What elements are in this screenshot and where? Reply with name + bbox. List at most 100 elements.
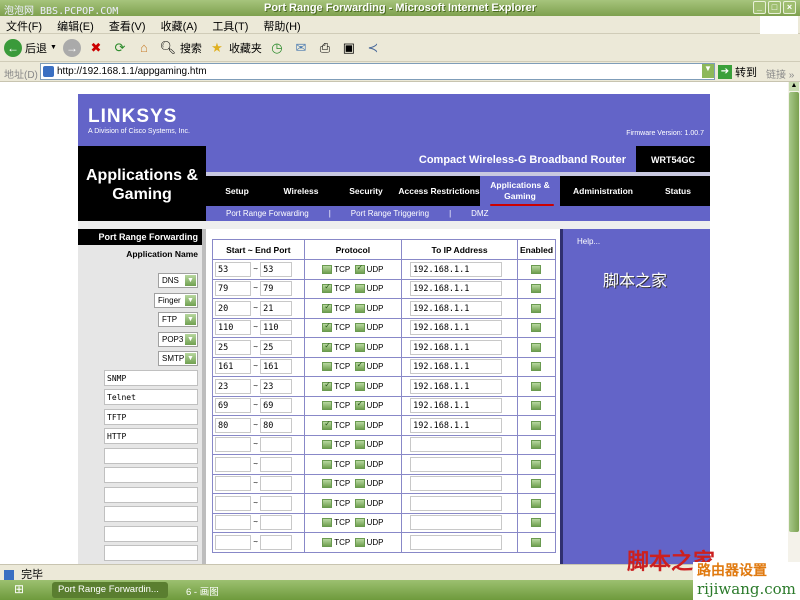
help-link[interactable]: Help... (577, 237, 600, 246)
end-port-input[interactable] (260, 456, 293, 472)
end-port-input[interactable]: 21 (260, 300, 293, 316)
maximize-button[interactable]: □ (768, 1, 781, 14)
app-name-input[interactable] (104, 467, 198, 483)
ip-address-input[interactable]: 192.168.1.1 (410, 300, 503, 316)
tcp-checkbox[interactable] (322, 440, 333, 450)
menu-file[interactable]: 文件(F) (0, 16, 48, 36)
app-name-input[interactable]: Telnet (104, 389, 198, 405)
start-port-input[interactable]: 79 (215, 281, 251, 297)
end-port-input[interactable]: 23 (260, 378, 293, 394)
end-port-input[interactable]: 53 (260, 261, 293, 277)
app-name-input[interactable] (104, 506, 198, 522)
tcp-checkbox[interactable] (322, 518, 333, 528)
end-port-input[interactable]: 25 (260, 339, 293, 355)
app-name-input[interactable]: SNMP (104, 369, 198, 386)
scrollbar-thumb[interactable] (789, 92, 799, 532)
enabled-checkbox[interactable] (530, 381, 541, 391)
ip-address-input[interactable]: 192.168.1.1 (410, 378, 503, 394)
udp-checkbox[interactable] (354, 263, 365, 274)
enabled-checkbox[interactable] (530, 518, 541, 528)
start-port-input[interactable] (215, 495, 251, 511)
enabled-checkbox[interactable] (530, 479, 541, 489)
url-input[interactable]: http://192.168.1.1/appgaming.htm (40, 63, 715, 80)
app-name-input[interactable]: HTTP (104, 428, 198, 444)
end-port-input[interactable]: 110 (260, 320, 293, 336)
end-port-input[interactable] (260, 476, 293, 492)
start-port-input[interactable] (215, 476, 251, 492)
end-port-input[interactable] (260, 437, 293, 453)
links-button[interactable]: 链接 » (766, 66, 794, 81)
home-button[interactable]: ⌂ (135, 39, 153, 57)
tcp-checkbox[interactable] (322, 321, 333, 333)
udp-checkbox[interactable] (354, 498, 365, 508)
messenger-icon[interactable]: ≺ (364, 39, 382, 57)
menu-tools[interactable]: 工具(T) (206, 16, 254, 36)
enabled-checkbox[interactable] (530, 342, 541, 352)
subnav-dmz[interactable]: DMZ (461, 209, 498, 218)
end-port-input[interactable] (260, 495, 293, 511)
app-name-input[interactable]: TFTP (104, 408, 198, 425)
go-button[interactable]: ➔ 转到 (718, 64, 757, 80)
tcp-checkbox[interactable] (322, 302, 333, 313)
enabled-checkbox[interactable] (530, 459, 541, 469)
ip-address-input[interactable]: 192.168.1.1 (410, 417, 503, 433)
menu-edit[interactable]: 编辑(E) (51, 16, 100, 36)
ip-address-input[interactable]: 192.168.1.1 (410, 320, 503, 336)
subnav-port-range-forwarding[interactable]: Port Range Forwarding (206, 209, 319, 218)
url-dropdown-button[interactable]: ▼ (702, 64, 714, 78)
ip-address-input[interactable]: 192.168.1.1 (410, 339, 503, 355)
ip-address-input[interactable]: 192.168.1.1 (410, 398, 503, 414)
tcp-checkbox[interactable] (322, 401, 333, 411)
udp-checkbox[interactable] (354, 420, 365, 430)
vertical-scrollbar[interactable]: ▲ (788, 82, 800, 564)
favorites-button[interactable]: ★ 收藏夹 (208, 39, 262, 57)
enabled-checkbox[interactable] (530, 420, 541, 430)
udp-checkbox[interactable] (354, 479, 365, 489)
enabled-checkbox[interactable] (530, 498, 541, 508)
start-port-input[interactable]: 25 (215, 339, 251, 355)
tcp-checkbox[interactable] (322, 479, 333, 489)
taskbar-ie[interactable]: Port Range Forwardin... (52, 582, 168, 598)
start-port-input[interactable] (215, 456, 251, 472)
back-button[interactable]: ← 后退 ▼ (4, 38, 57, 57)
app-select[interactable]: FTP ▼ (158, 312, 198, 327)
udp-checkbox[interactable] (354, 518, 365, 528)
ip-address-input[interactable] (410, 534, 503, 550)
menu-view[interactable]: 查看(V) (103, 16, 152, 36)
udp-checkbox[interactable] (354, 323, 365, 333)
app-select[interactable]: Finger ▼ (154, 292, 198, 308)
end-port-input[interactable]: 161 (260, 359, 293, 375)
nav-wireless[interactable]: Wireless (268, 176, 334, 206)
start-port-input[interactable]: 80 (215, 417, 251, 433)
start-button[interactable]: ⊞ (14, 582, 36, 598)
taskbar-paint[interactable]: 6 - 画图 (180, 582, 225, 598)
ip-address-input[interactable]: 192.168.1.1 (410, 261, 503, 277)
tcp-checkbox[interactable] (322, 459, 333, 469)
menu-favorites[interactable]: 收藏(A) (155, 16, 204, 36)
refresh-button[interactable]: ⟳ (111, 39, 129, 57)
app-select[interactable]: SMTP ▼ (158, 351, 198, 366)
nav-security[interactable]: Security (334, 176, 398, 206)
start-port-input[interactable]: 69 (215, 398, 251, 414)
ip-address-input[interactable] (410, 476, 503, 492)
end-port-input[interactable] (260, 534, 293, 550)
ip-address-input[interactable]: 192.168.1.1 (410, 359, 503, 375)
udp-checkbox[interactable] (354, 459, 365, 469)
tcp-checkbox[interactable] (322, 282, 333, 294)
ip-address-input[interactable] (410, 495, 503, 511)
enabled-checkbox[interactable] (530, 323, 541, 333)
enabled-checkbox[interactable] (530, 440, 541, 450)
end-port-input[interactable]: 79 (260, 281, 293, 297)
udp-checkbox[interactable] (354, 360, 365, 372)
search-button[interactable]: 🔍︎ 搜索 (159, 39, 202, 57)
start-port-input[interactable]: 53 (215, 261, 251, 277)
nav-status[interactable]: Status (646, 176, 710, 206)
subnav-port-range-triggering[interactable]: Port Range Triggering (341, 209, 439, 218)
start-port-input[interactable] (215, 534, 251, 550)
start-port-input[interactable] (215, 437, 251, 453)
enabled-checkbox[interactable] (530, 537, 541, 547)
udp-checkbox[interactable] (354, 399, 365, 411)
end-port-input[interactable]: 80 (260, 417, 293, 433)
ip-address-input[interactable] (410, 456, 503, 472)
stop-button[interactable]: ✖ (87, 39, 105, 57)
